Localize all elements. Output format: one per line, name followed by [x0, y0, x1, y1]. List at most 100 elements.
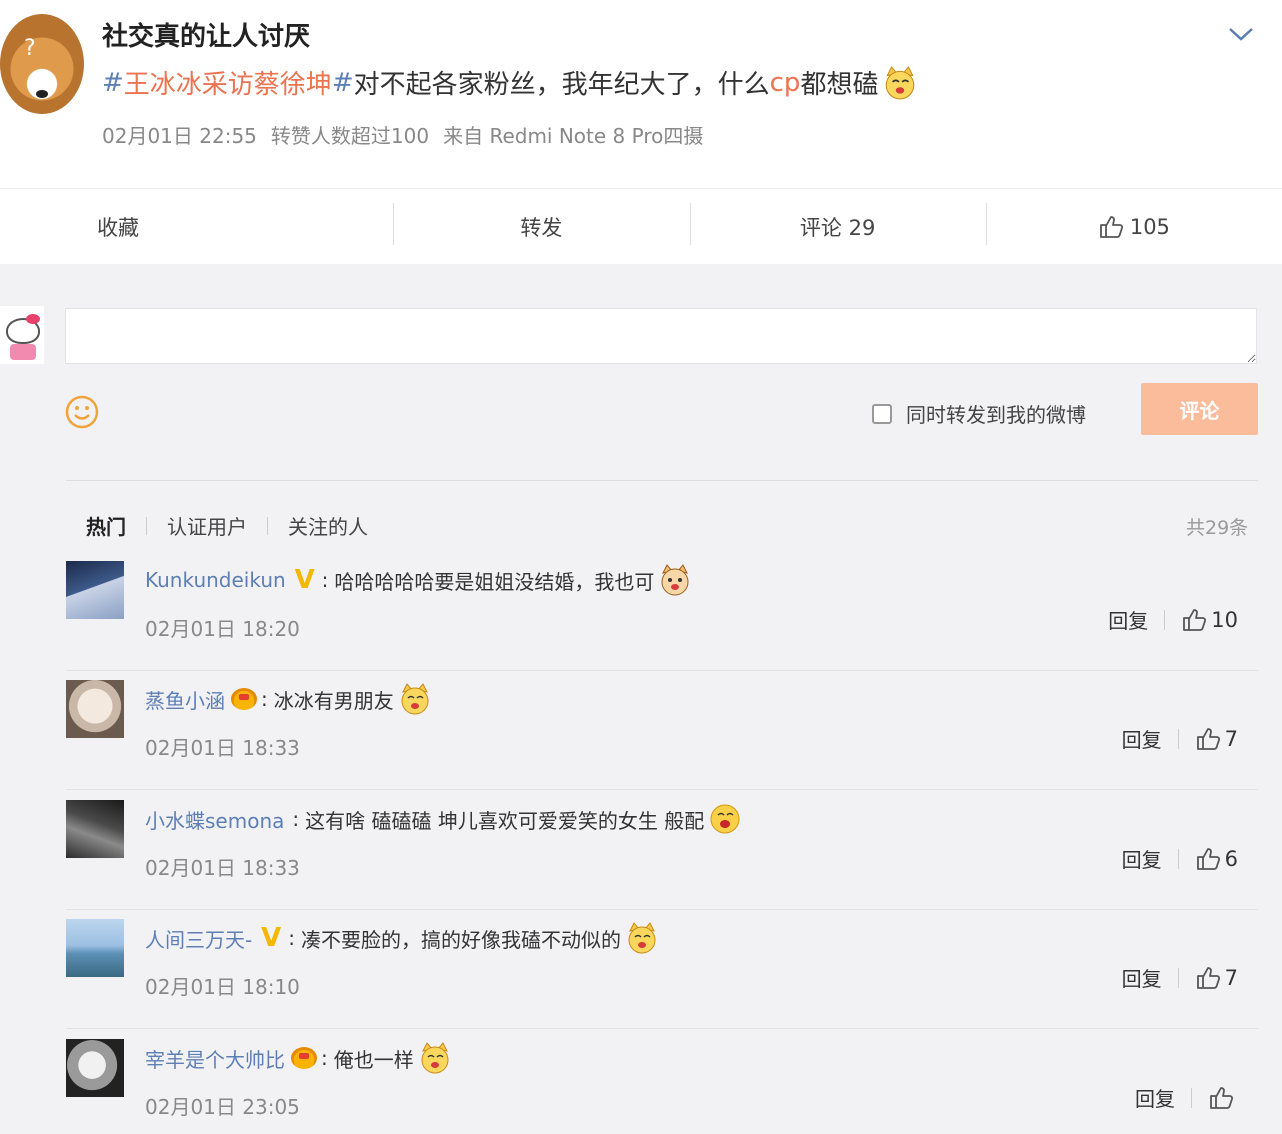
sync-repost-option[interactable]: 同时转发到我的微博 — [872, 399, 1086, 428]
repost-note: 转赞人数超过100 — [270, 124, 430, 148]
comment-time: 02月01日 18:10 — [145, 975, 300, 999]
comment-item: 宰羊是个大帅比 : 俺也一样 02月01日 23:05 回复 — [66, 1029, 1258, 1134]
cat-emoji-icon — [628, 922, 656, 954]
chevron-down-icon[interactable] — [1226, 22, 1256, 46]
comment-like-count: 6 — [1224, 846, 1238, 871]
favorite-button[interactable]: 收藏 — [0, 189, 393, 264]
submit-comment-button[interactable]: 评论 — [1141, 383, 1258, 435]
post-card: ? 社交真的让人讨厌 # 王冰冰采访蔡徐坤 # 对不起各家粉丝，我年纪大了，什么 cp 都… — [0, 0, 1282, 188]
verified-v-icon: V — [294, 565, 315, 595]
thumb-up-icon — [1210, 1086, 1234, 1109]
comment-item: Kunkundeikun V : 哈哈哈哈哈要是姐姐没结婚，我也可 02月01日… — [66, 551, 1258, 671]
reply-button[interactable]: 回复 — [1108, 605, 1148, 634]
topic-hash-close: # — [331, 67, 354, 98]
post-meta: 02月01日 22:55 转赞人数超过100 来自 Redmi Note 8 Pro… — [102, 120, 703, 149]
reply-button[interactable]: 回复 — [1135, 1083, 1175, 1112]
commenter-avatar[interactable] — [66, 1039, 124, 1097]
avatar-kitty-body — [10, 344, 36, 360]
post-source: 来自 Redmi Note 8 Pro四摄 — [443, 124, 704, 148]
comment-colon: : — [321, 1046, 328, 1070]
comment-item: 小水蝶semona : 这有啥 磕磕磕 坤儿喜欢可爱爱笑的女生 般配 02月01… — [66, 790, 1258, 910]
topic-hash-open: # — [102, 67, 124, 98]
post-content: # 王冰冰采访蔡徐坤 # 对不起各家粉丝，我年纪大了，什么 cp 都想磕 — [102, 64, 918, 101]
post-text-after: 都想磕 — [800, 70, 879, 100]
tab-following[interactable]: 关注的人 — [288, 511, 368, 540]
comment-like-button[interactable]: 7 — [1195, 965, 1238, 991]
comment-time: 02月01日 23:05 — [145, 1095, 300, 1119]
repost-button[interactable]: 转发 — [393, 189, 689, 264]
comment-like-button[interactable]: 6 — [1195, 846, 1238, 872]
author-name[interactable]: 社交真的让人讨厌 — [102, 16, 310, 53]
kiss-emoji-icon — [710, 804, 740, 834]
comment-text: 这有啥 磕磕磕 坤儿喜欢可爱爱笑的女生 般配 — [305, 808, 705, 833]
post-text-cp: cp — [769, 67, 801, 98]
comment-time: 02月01日 18:33 — [145, 736, 300, 760]
cat-emoji-icon — [886, 65, 915, 99]
comment-item: 人间三万天- V : 凑不要脸的，搞的好像我磕不动似的 02月01日 18:10… — [66, 909, 1258, 1029]
comment-input[interactable] — [65, 308, 1257, 364]
commenter-name[interactable]: 小水蝶semona — [145, 805, 284, 834]
comment-text: 冰冰有男朋友 — [273, 688, 394, 713]
author-avatar[interactable]: ? — [0, 14, 84, 114]
comment-text: 凑不要脸的，搞的好像我磕不动似的 — [300, 927, 621, 952]
cat-emoji-icon — [421, 1042, 449, 1074]
comment-like-count: 7 — [1224, 726, 1238, 751]
tab-hot[interactable]: 热门 — [86, 511, 126, 540]
like-button[interactable]: 105 — [985, 189, 1282, 264]
tab-separator — [146, 516, 147, 535]
thumb-up-icon — [1099, 215, 1123, 238]
comment-total: 共29条 — [1186, 517, 1249, 539]
tab-separator — [267, 516, 268, 535]
comment-colon: : — [288, 926, 295, 950]
comment-filter-tabs: 热门 认证用户 关注的人 — [86, 511, 368, 540]
avatar-nose — [36, 90, 48, 98]
commenter-avatar[interactable] — [66, 561, 124, 619]
commenter-avatar[interactable] — [66, 680, 124, 738]
reply-button[interactable]: 回复 — [1122, 724, 1162, 753]
commenter-name[interactable]: 人间三万天- — [145, 924, 252, 953]
tab-verified-users[interactable]: 认证用户 — [167, 511, 247, 540]
comment-button[interactable]: 评论 29 — [689, 189, 986, 264]
thumb-up-icon — [1196, 847, 1220, 870]
ops-separator — [1164, 609, 1166, 630]
reply-button[interactable]: 回复 — [1122, 963, 1162, 992]
comment-like-count: 7 — [1224, 965, 1238, 990]
thumb-up-icon — [1196, 727, 1220, 750]
avatar-kitty-bow — [26, 314, 40, 324]
comment-like-button[interactable]: 10 — [1181, 607, 1238, 633]
ops-separator — [1177, 728, 1179, 749]
section-divider — [66, 480, 1258, 481]
ops-separator — [1177, 967, 1179, 988]
verified-v-icon: V — [261, 923, 282, 953]
cat-emoji-icon — [661, 564, 689, 596]
smiley-icon[interactable] — [64, 394, 100, 430]
comment-colon: : — [321, 568, 329, 592]
commenter-name[interactable]: Kunkundeikun — [145, 568, 286, 592]
comment-like-button[interactable]: 7 — [1195, 726, 1238, 752]
post-time[interactable]: 02月01日 22:55 — [102, 124, 257, 148]
commenter-avatar[interactable] — [66, 919, 124, 977]
comment-text: 俺也一样 — [333, 1047, 414, 1072]
avatar-mark: ? — [24, 36, 36, 61]
comment-item: 蒸鱼小涵 : 冰冰有男朋友 02月01日 18:33 回复 7 — [66, 670, 1258, 790]
comment-time: 02月01日 18:33 — [145, 856, 300, 880]
thumb-up-icon — [1183, 608, 1207, 631]
commenter-name[interactable]: 蒸鱼小涵 — [145, 685, 225, 714]
topic-link[interactable]: 王冰冰采访蔡徐坤 — [124, 64, 332, 101]
action-bar: 收藏 转发 评论 29 105 — [0, 188, 1282, 264]
comment-like-button[interactable] — [1208, 1085, 1238, 1111]
commenter-name[interactable]: 宰羊是个大帅比 — [145, 1044, 285, 1073]
crown-badge-icon — [231, 688, 257, 710]
cat-emoji-icon — [401, 683, 429, 715]
reply-button[interactable]: 回复 — [1122, 844, 1162, 873]
commenter-avatar[interactable] — [66, 800, 124, 858]
comment-colon: : — [261, 687, 268, 711]
comment-text: 哈哈哈哈哈要是姐姐没结婚，我也可 — [334, 569, 655, 594]
post-text-before: 对不起各家粉丝，我年纪大了，什么 — [353, 70, 770, 100]
comment-time: 02月01日 18:20 — [145, 617, 300, 641]
like-count: 105 — [1129, 214, 1170, 239]
comment-like-count: 10 — [1211, 607, 1238, 632]
my-avatar — [0, 306, 44, 364]
sync-checkbox[interactable] — [872, 403, 892, 424]
comment-colon: : — [292, 807, 300, 831]
